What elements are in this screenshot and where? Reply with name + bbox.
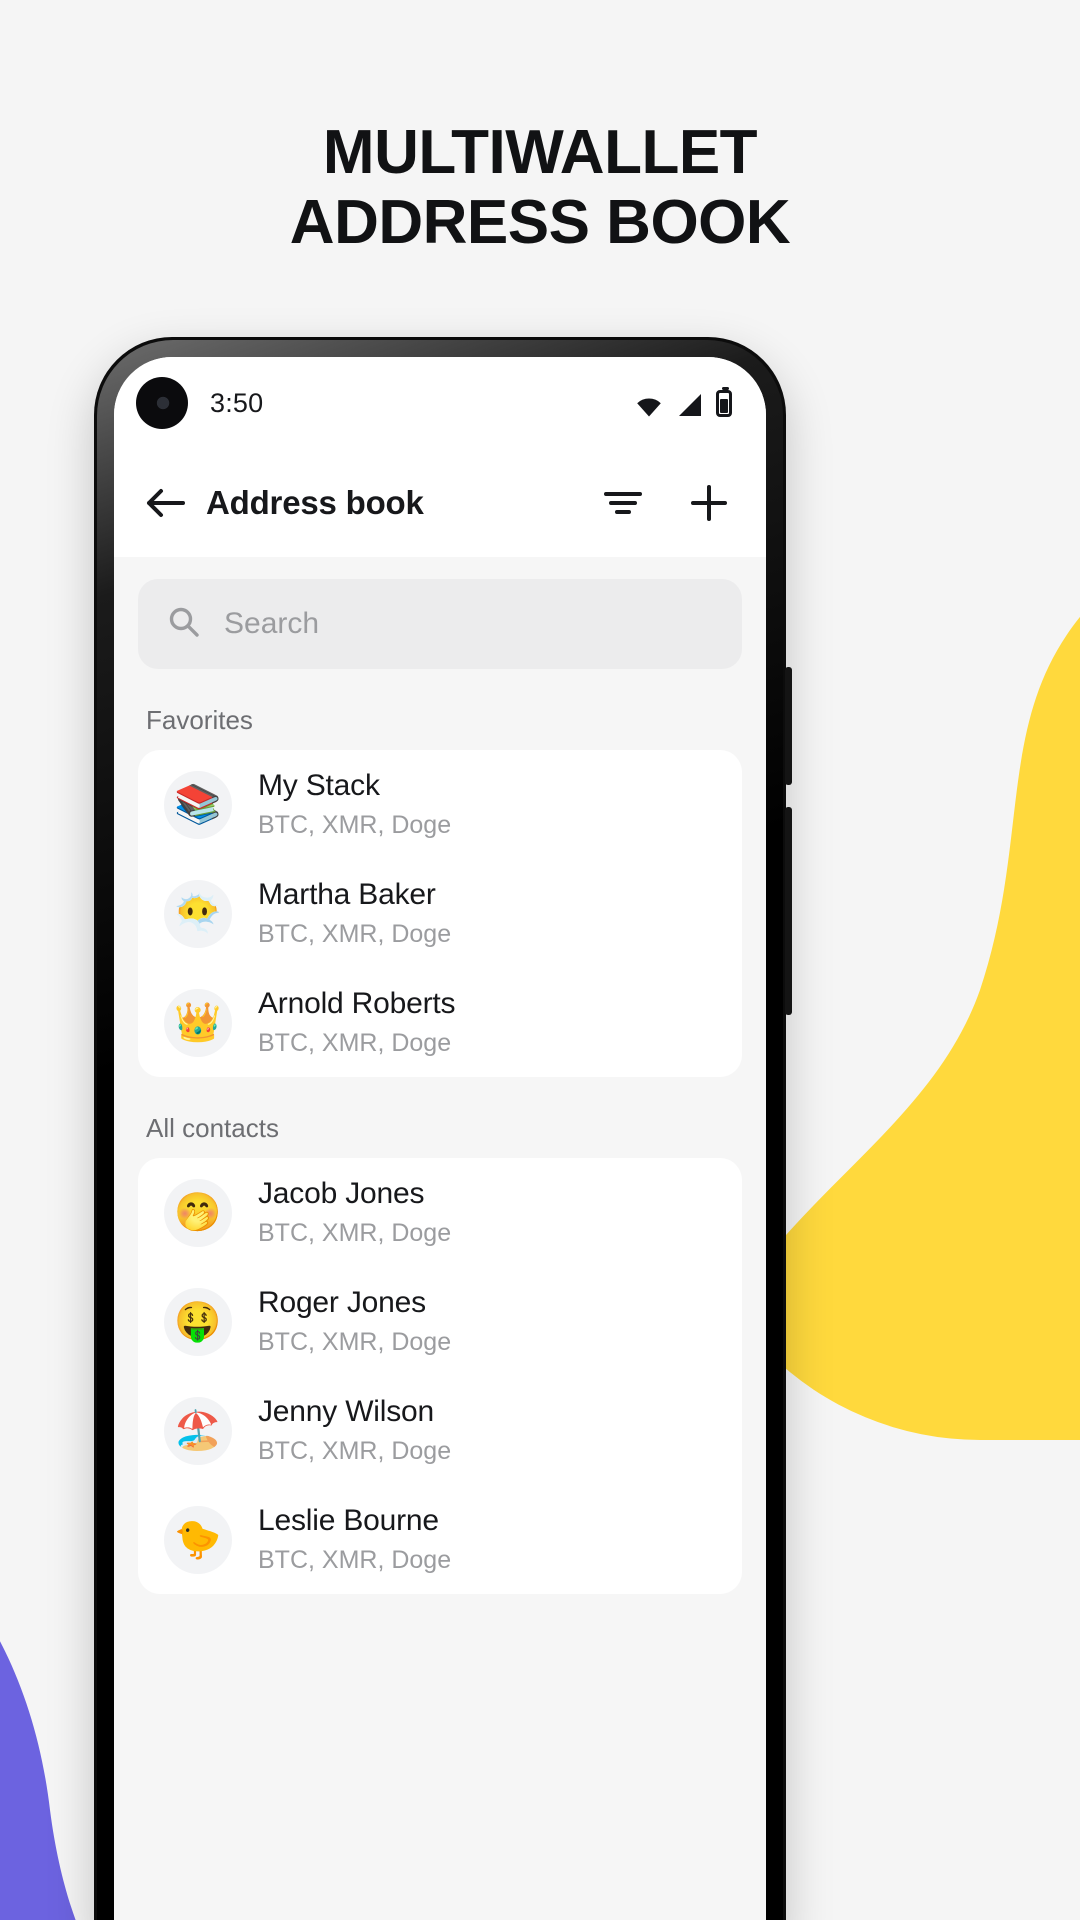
contact-row[interactable]: 🤑 Roger Jones BTC, XMR, Doge bbox=[138, 1267, 742, 1376]
contact-sections: Favorites 📚 My Stack BTC, XMR, Doge 😶‍🌫️ Mart… bbox=[138, 705, 742, 1594]
contact-name: Leslie Bourne bbox=[258, 1504, 439, 1537]
page-title-line-1: MULTIWALLET bbox=[322, 118, 758, 187]
page-root: MULTIWALLET ADDRESS BOOK 3:50 Address bo… bbox=[0, 0, 1080, 1920]
wifi-icon bbox=[634, 395, 664, 417]
contact-name: Arnold Roberts bbox=[258, 987, 456, 1020]
books-emoji: 📚 bbox=[164, 770, 232, 839]
contact-text: Leslie Bourne BTC, XMR, Doge bbox=[258, 1504, 451, 1575]
status-bar-clock: 3:50 bbox=[210, 387, 264, 418]
cellular-signal-icon bbox=[677, 393, 703, 417]
contact-coins: BTC, XMR, Doge bbox=[258, 1328, 452, 1356]
screen-body: Search Favorites 📚 My Stack BTC, XMR, Doge 😶… bbox=[114, 557, 766, 1920]
baby-chick-emoji: 🐤 bbox=[164, 1505, 232, 1574]
crown-emoji: 👑 bbox=[164, 988, 232, 1057]
phone-mockup: 3:50 Address book Search Favorites 📚 My … bbox=[94, 337, 792, 1920]
contact-coins: BTC, XMR, Doge bbox=[258, 1437, 452, 1465]
contact-text: Jenny Wilson BTC, XMR, Doge bbox=[258, 1395, 451, 1466]
app-bar-actions bbox=[600, 480, 732, 526]
section-title: All contacts bbox=[146, 1113, 279, 1143]
beach-with-umbrella-emoji: 🏖️ bbox=[164, 1396, 232, 1465]
search-placeholder: Search bbox=[224, 607, 320, 640]
money-mouth-face-emoji: 🤑 bbox=[164, 1287, 232, 1356]
page-title-line-2: ADDRESS BOOK bbox=[289, 188, 791, 258]
status-bar-icons bbox=[634, 386, 732, 417]
contact-coins: BTC, XMR, Doge bbox=[258, 811, 452, 839]
contact-name: Jacob Jones bbox=[258, 1177, 425, 1210]
contact-row[interactable]: 🏖️ Jenny Wilson BTC, XMR, Doge bbox=[138, 1376, 742, 1485]
contact-text: My Stack BTC, XMR, Doge bbox=[258, 769, 451, 840]
contact-name: Martha Baker bbox=[258, 878, 436, 911]
front-camera-punch-hole bbox=[136, 377, 188, 429]
contact-coins: BTC, XMR, Doge bbox=[258, 1219, 452, 1247]
contact-name: Jenny Wilson bbox=[258, 1395, 435, 1428]
battery-icon bbox=[716, 386, 732, 417]
contact-text: Roger Jones BTC, XMR, Doge bbox=[258, 1286, 451, 1357]
contact-coins: BTC, XMR, Doge bbox=[258, 1029, 452, 1057]
contact-row[interactable]: 🐤 Leslie Bourne BTC, XMR, Doge bbox=[138, 1485, 742, 1594]
contact-card: 📚 My Stack BTC, XMR, Doge 😶‍🌫️ Martha Baker B… bbox=[138, 750, 742, 1077]
search-icon bbox=[168, 606, 200, 643]
phone-side-button[interactable] bbox=[785, 807, 792, 1015]
contact-text: Martha Baker BTC, XMR, Doge bbox=[258, 878, 451, 949]
contact-row[interactable]: 😶‍🌫️ Martha Baker BTC, XMR, Doge bbox=[138, 859, 742, 968]
contact-coins: BTC, XMR, Doge bbox=[258, 1546, 452, 1574]
plus-icon[interactable] bbox=[686, 480, 732, 526]
search-input[interactable]: Search bbox=[138, 579, 742, 669]
contact-text: Jacob Jones BTC, XMR, Doge bbox=[258, 1177, 451, 1248]
contact-name: My Stack bbox=[258, 769, 380, 802]
section-title: Favorites bbox=[146, 705, 253, 735]
contact-coins: BTC, XMR, Doge bbox=[258, 920, 452, 948]
face-with-hand-over-mouth-emoji: 🤭 bbox=[164, 1178, 232, 1247]
contact-row[interactable]: 👑 Arnold Roberts BTC, XMR, Doge bbox=[138, 968, 742, 1077]
status-bar: 3:50 bbox=[114, 357, 766, 449]
face-in-clouds-emoji: 😶‍🌫️ bbox=[164, 879, 232, 948]
contact-text: Arnold Roberts BTC, XMR, Doge bbox=[258, 987, 456, 1058]
back-button[interactable] bbox=[140, 478, 190, 528]
contact-card: 🤭 Jacob Jones BTC, XMR, Doge 🤑 Roger Jones BT… bbox=[138, 1158, 742, 1594]
phone-screen: 3:50 Address book Search Favorites 📚 My … bbox=[114, 357, 766, 1920]
page-title: MULTIWALLET ADDRESS BOOK bbox=[0, 118, 1080, 258]
app-bar: Address book bbox=[114, 449, 766, 557]
filter-icon[interactable] bbox=[600, 480, 646, 526]
contact-row[interactable]: 🤭 Jacob Jones BTC, XMR, Doge bbox=[138, 1158, 742, 1267]
contact-name: Roger Jones bbox=[258, 1286, 426, 1319]
app-bar-title: Address book bbox=[206, 484, 424, 521]
contact-row[interactable]: 📚 My Stack BTC, XMR, Doge bbox=[138, 750, 742, 859]
